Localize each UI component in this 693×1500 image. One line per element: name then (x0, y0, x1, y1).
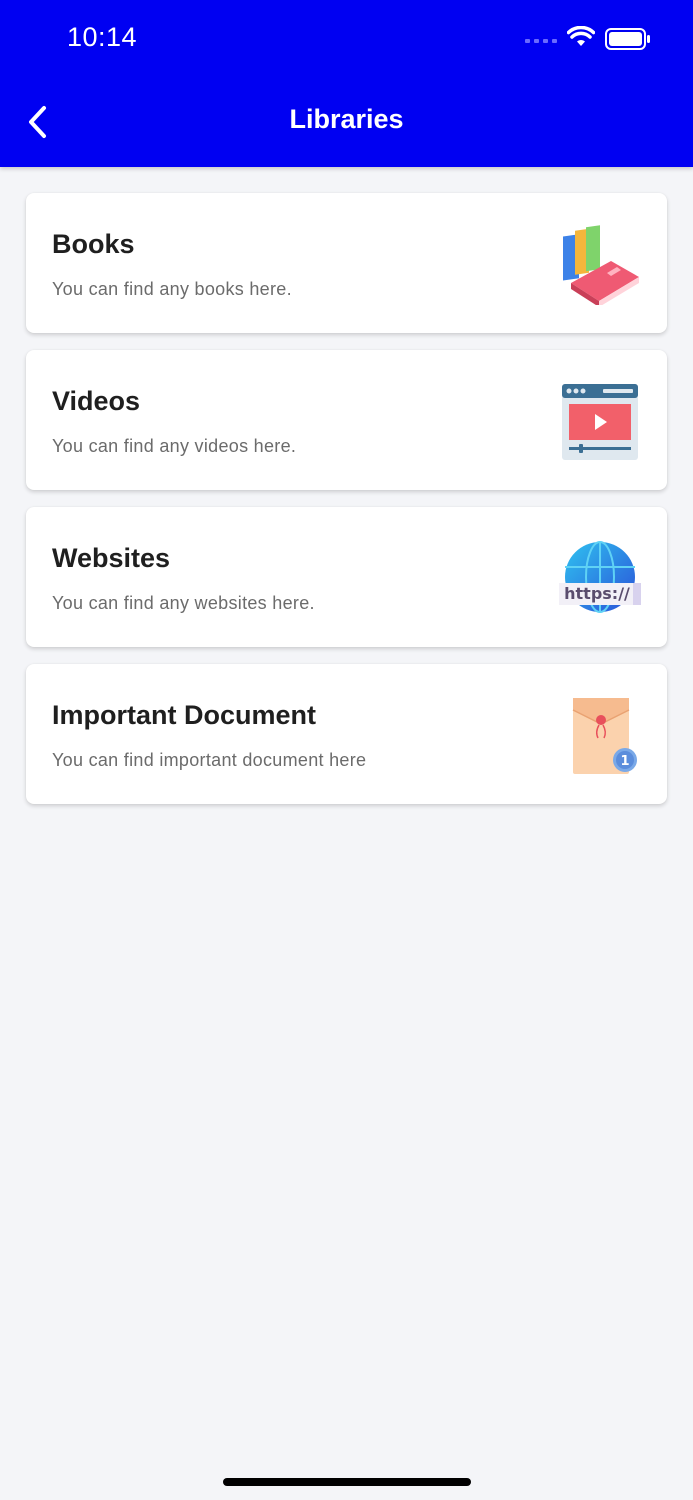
library-card-important-document[interactable]: Important Document You can find importan… (26, 664, 667, 804)
app-bar: 10:14 Libraries (0, 0, 693, 167)
card-description: You can find any books here. (52, 279, 292, 299)
books-icon (563, 225, 639, 305)
card-title: Websites (52, 543, 171, 573)
wifi-icon (567, 26, 595, 46)
card-title: Books (52, 229, 135, 259)
globe-https-icon: https:// (559, 541, 641, 613)
card-title: Videos (52, 386, 141, 416)
document-envelope-icon: 1 (572, 698, 637, 774)
svg-text:https://: https:// (564, 584, 630, 603)
library-card-videos[interactable]: Videos You can find any videos here. (26, 350, 667, 490)
card-title: Important Document (52, 700, 317, 730)
cellular-signal-icon (525, 39, 557, 43)
status-time: 10:14 (67, 22, 138, 52)
video-player-icon (562, 384, 638, 460)
card-description: You can find any videos here. (52, 436, 297, 456)
home-indicator[interactable] (223, 1478, 471, 1486)
card-description: You can find any websites here. (52, 593, 315, 613)
library-card-websites[interactable]: Websites You can find any websites here.… (26, 507, 667, 647)
library-list: Books You can find any books here. Video… (26, 193, 667, 821)
battery-icon (605, 28, 650, 50)
card-description: You can find important document here (52, 750, 367, 770)
page-title: Libraries (289, 104, 404, 134)
svg-text:1: 1 (620, 754, 629, 769)
library-card-books[interactable]: Books You can find any books here. (26, 193, 667, 333)
